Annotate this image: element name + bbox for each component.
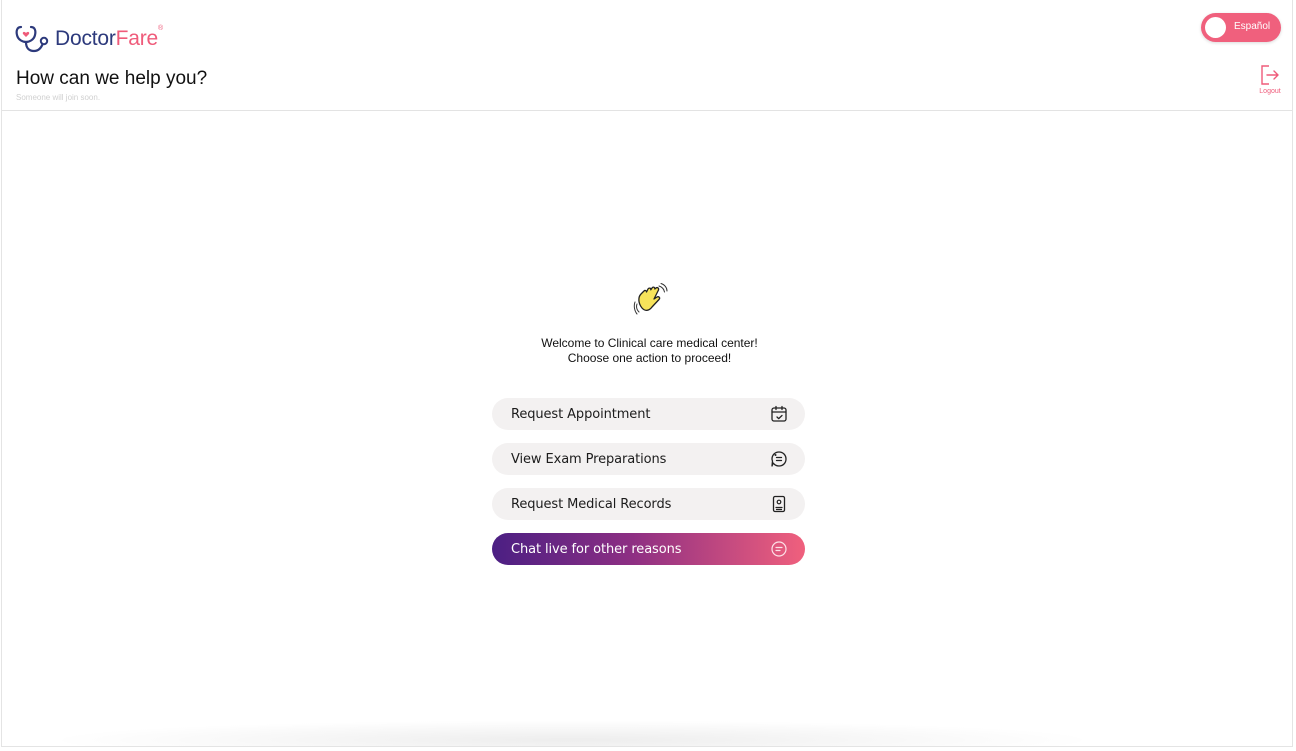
brand-name-part2: Fare [115, 27, 159, 50]
calendar-check-icon [771, 405, 787, 422]
welcome-message: Welcome to Clinical care medical center!… [472, 336, 827, 366]
action-list: Request Appointment View Exam Preparatio… [492, 398, 805, 578]
logout-icon [1261, 65, 1279, 85]
request-appointment-button[interactable]: Request Appointment [492, 398, 805, 430]
request-medical-records-label: Request Medical Records [511, 497, 672, 512]
page-subtitle: Someone will join soon. [16, 93, 101, 102]
logout-button[interactable]: Logout [1252, 64, 1288, 95]
request-appointment-label: Request Appointment [511, 407, 651, 422]
welcome-line-2: Choose one action to proceed! [567, 351, 732, 365]
request-medical-records-button[interactable]: Request Medical Records [492, 488, 805, 520]
language-toggle[interactable]: Español [1201, 13, 1281, 42]
view-exam-preparations-button[interactable]: View Exam Preparations [492, 443, 805, 475]
chat-bubble-icon [771, 541, 787, 557]
brand-registered-mark: ® [158, 25, 164, 32]
welcome-line-1: Welcome to Clinical care medical center! [541, 336, 758, 350]
chat-live-label: Chat live for other reasons [511, 542, 682, 557]
stethoscope-heart-icon [15, 25, 49, 53]
medical-record-icon [772, 495, 786, 513]
language-toggle-label: Español [1234, 21, 1271, 32]
app-frame: DoctorFare® How can we help you? Someone… [1, 0, 1293, 747]
brand-name-part1: Doctor [55, 27, 116, 50]
exam-prep-icon [771, 451, 787, 467]
brand-name: DoctorFare® [55, 25, 164, 51]
brand-logo: DoctorFare® [15, 24, 163, 54]
chat-live-button[interactable]: Chat live for other reasons [492, 533, 805, 565]
view-exam-preparations-label: View Exam Preparations [511, 452, 667, 467]
header: DoctorFare® How can we help you? Someone… [2, 0, 1292, 111]
bottom-shadow [42, 720, 1102, 746]
page-title: How can we help you? [16, 68, 208, 89]
waving-hand-icon [633, 283, 668, 315]
toggle-knob [1205, 17, 1226, 38]
logout-label: Logout [1259, 88, 1281, 95]
